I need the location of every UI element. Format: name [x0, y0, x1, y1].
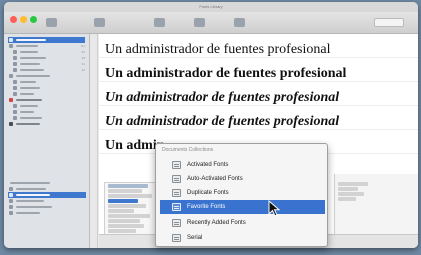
sidebar-item[interactable] — [8, 210, 86, 216]
zoom-button[interactable] — [30, 16, 37, 23]
activate-icon[interactable] — [154, 18, 165, 27]
font-sample: Un administrador de fuentes profesional — [105, 90, 340, 105]
folder-icon — [172, 203, 181, 211]
folder-icon — [172, 175, 181, 183]
minimize-button[interactable] — [20, 16, 27, 23]
menu-item-label: Activated Fonts — [187, 162, 229, 168]
font-sample: Un administrador de fuentes profesional — [105, 66, 347, 81]
folder-icon — [172, 161, 181, 169]
font-sample: Un administrador de fuentes profesional — [105, 114, 340, 129]
folder-icon — [172, 234, 181, 242]
menu-item-auto-activated-fonts[interactable]: Auto-Activated Fonts — [160, 172, 325, 186]
info-icon[interactable] — [234, 18, 245, 27]
sidebar-collections — [4, 180, 90, 216]
menu-item-label: Recently Added Fonts — [187, 220, 246, 226]
menu-item-label: Favorite Fonts — [187, 204, 226, 210]
menu-item-label: Duplicate Fonts — [187, 190, 229, 196]
search-icon[interactable] — [374, 18, 404, 27]
menu-item-recently-added-fonts[interactable]: Recently Added Fonts — [160, 216, 325, 230]
folder-icon — [172, 189, 181, 197]
popup-header: Documents Collections — [162, 147, 214, 153]
sample-row[interactable]: Un administrador de fuentes profesional — [99, 82, 418, 106]
sidebar-item[interactable] — [8, 121, 85, 127]
menu-item-duplicate-fonts[interactable]: Duplicate Fonts — [160, 186, 325, 200]
title-bar: Fonts Library — [4, 2, 418, 12]
info-inspector — [334, 174, 418, 234]
close-button[interactable] — [10, 16, 17, 23]
back-icon[interactable] — [46, 18, 57, 27]
sample-row[interactable]: Un administrador de fuentes profesional — [99, 58, 418, 82]
toolbar — [4, 12, 418, 34]
sample-row[interactable]: Un administrador de fuentes profesional — [99, 34, 418, 58]
menu-item-serial[interactable]: Serial — [160, 231, 325, 245]
add-library-icon[interactable] — [94, 18, 105, 27]
library-sidebar: 111 52 48 31 20 — [4, 34, 90, 248]
menu-item-label: Serial — [187, 235, 203, 241]
font-list-strip — [90, 34, 98, 248]
window-title: Fonts Library — [199, 4, 223, 9]
folder-icon — [172, 219, 181, 227]
menu-item-activated-fonts[interactable]: Activated Fonts — [160, 158, 325, 172]
font-sample: Un administrador de fuentes profesional — [105, 42, 331, 57]
collections-popup-menu: Documents Collections Activated Fonts Au… — [155, 143, 328, 247]
preview-icon[interactable] — [194, 18, 205, 27]
menu-item-favorite-fonts[interactable]: Favorite Fonts — [160, 200, 325, 214]
sample-row[interactable]: Un administrador de fuentes profesional — [99, 106, 418, 130]
menu-item-label: Auto-Activated Fonts — [187, 176, 243, 182]
